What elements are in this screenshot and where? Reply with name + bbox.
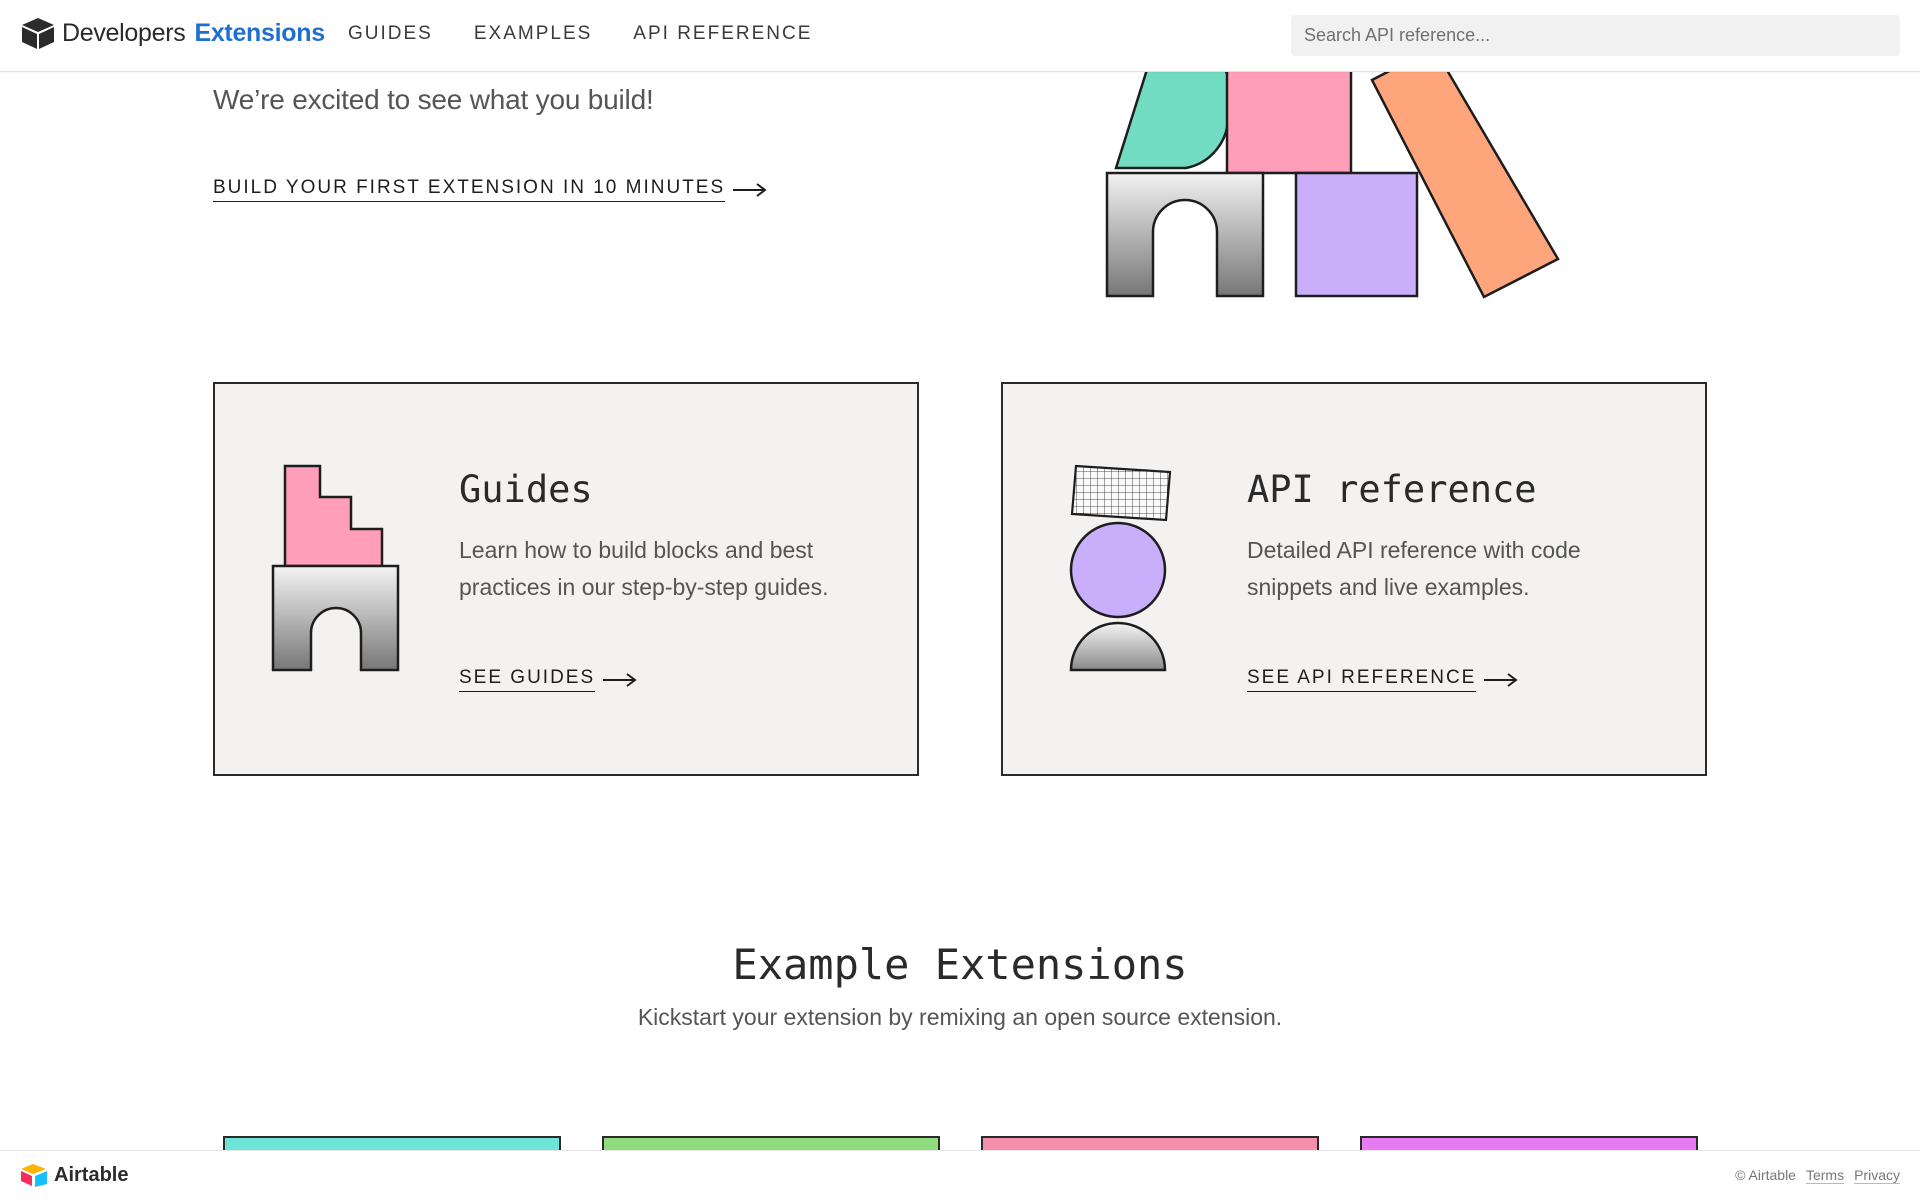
arrow-right-icon: [603, 672, 637, 687]
see-guides-label: SEE GUIDES: [459, 667, 596, 692]
api-reference-title: API reference: [1247, 468, 1537, 511]
example-extensions-title: Example Extensions: [732, 940, 1188, 989]
footer-links: © Airtable Terms Privacy: [1725, 1167, 1900, 1184]
see-api-reference-label: SEE API REFERENCE: [1247, 667, 1477, 692]
nav-guides[interactable]: GUIDES: [348, 23, 433, 45]
guides-illustration: [271, 464, 400, 672]
see-api-reference-link[interactable]: SEE API REFERENCE: [1247, 667, 1519, 692]
hero-blocks-illustration: [1105, 60, 1560, 299]
build-first-extension-link[interactable]: BUILD YOUR FIRST EXTENSION IN 10 MINUTES: [213, 177, 767, 202]
top-nav-bar: Developers Extensions GUIDES EXAMPLES AP…: [0, 0, 1920, 72]
nav-examples[interactable]: EXAMPLES: [474, 23, 592, 45]
footer-bar: Airtable © Airtable Terms Privacy: [0, 1150, 1920, 1200]
api-reference-illustration: [1069, 464, 1172, 672]
footer-terms-link[interactable]: Terms: [1805, 1167, 1845, 1184]
hero-subtitle: We’re excited to see what you build!: [213, 84, 654, 115]
developers-logo[interactable]: Developers Extensions: [20, 16, 325, 50]
guides-description: Learn how to build blocks and best pract…: [459, 537, 829, 600]
search-input[interactable]: [1291, 15, 1900, 56]
arrow-right-icon: [1484, 672, 1519, 687]
nav-api-reference[interactable]: API REFERENCE: [633, 23, 812, 45]
airtable-logo-icon: [21, 1164, 47, 1187]
see-guides-link[interactable]: SEE GUIDES: [459, 667, 637, 692]
footer-airtable-logo[interactable]: Airtable: [20, 1163, 128, 1187]
main-nav: GUIDES EXAMPLES API REFERENCE: [348, 23, 853, 45]
api-reference-description: Detailed API reference with code snippet…: [1247, 537, 1581, 600]
footer-privacy-link[interactable]: Privacy: [1854, 1167, 1900, 1184]
build-first-extension-label: BUILD YOUR FIRST EXTENSION IN 10 MINUTES: [213, 177, 726, 202]
arrow-right-icon: [733, 182, 767, 197]
example-extensions-subtitle: Kickstart your extension by remixing an …: [637, 1004, 1283, 1030]
airtable-cube-icon: [22, 18, 54, 49]
guides-card[interactable]: Guides Learn how to build blocks and bes…: [213, 382, 919, 776]
brand-developers: Developers: [62, 18, 186, 47]
footer-brand: Airtable: [54, 1163, 129, 1186]
footer-copyright: © Airtable: [1735, 1167, 1796, 1183]
brand-extensions: Extensions: [194, 18, 325, 47]
api-reference-card[interactable]: API reference Detailed API reference wit…: [1001, 382, 1707, 776]
guides-title: Guides: [459, 468, 593, 511]
